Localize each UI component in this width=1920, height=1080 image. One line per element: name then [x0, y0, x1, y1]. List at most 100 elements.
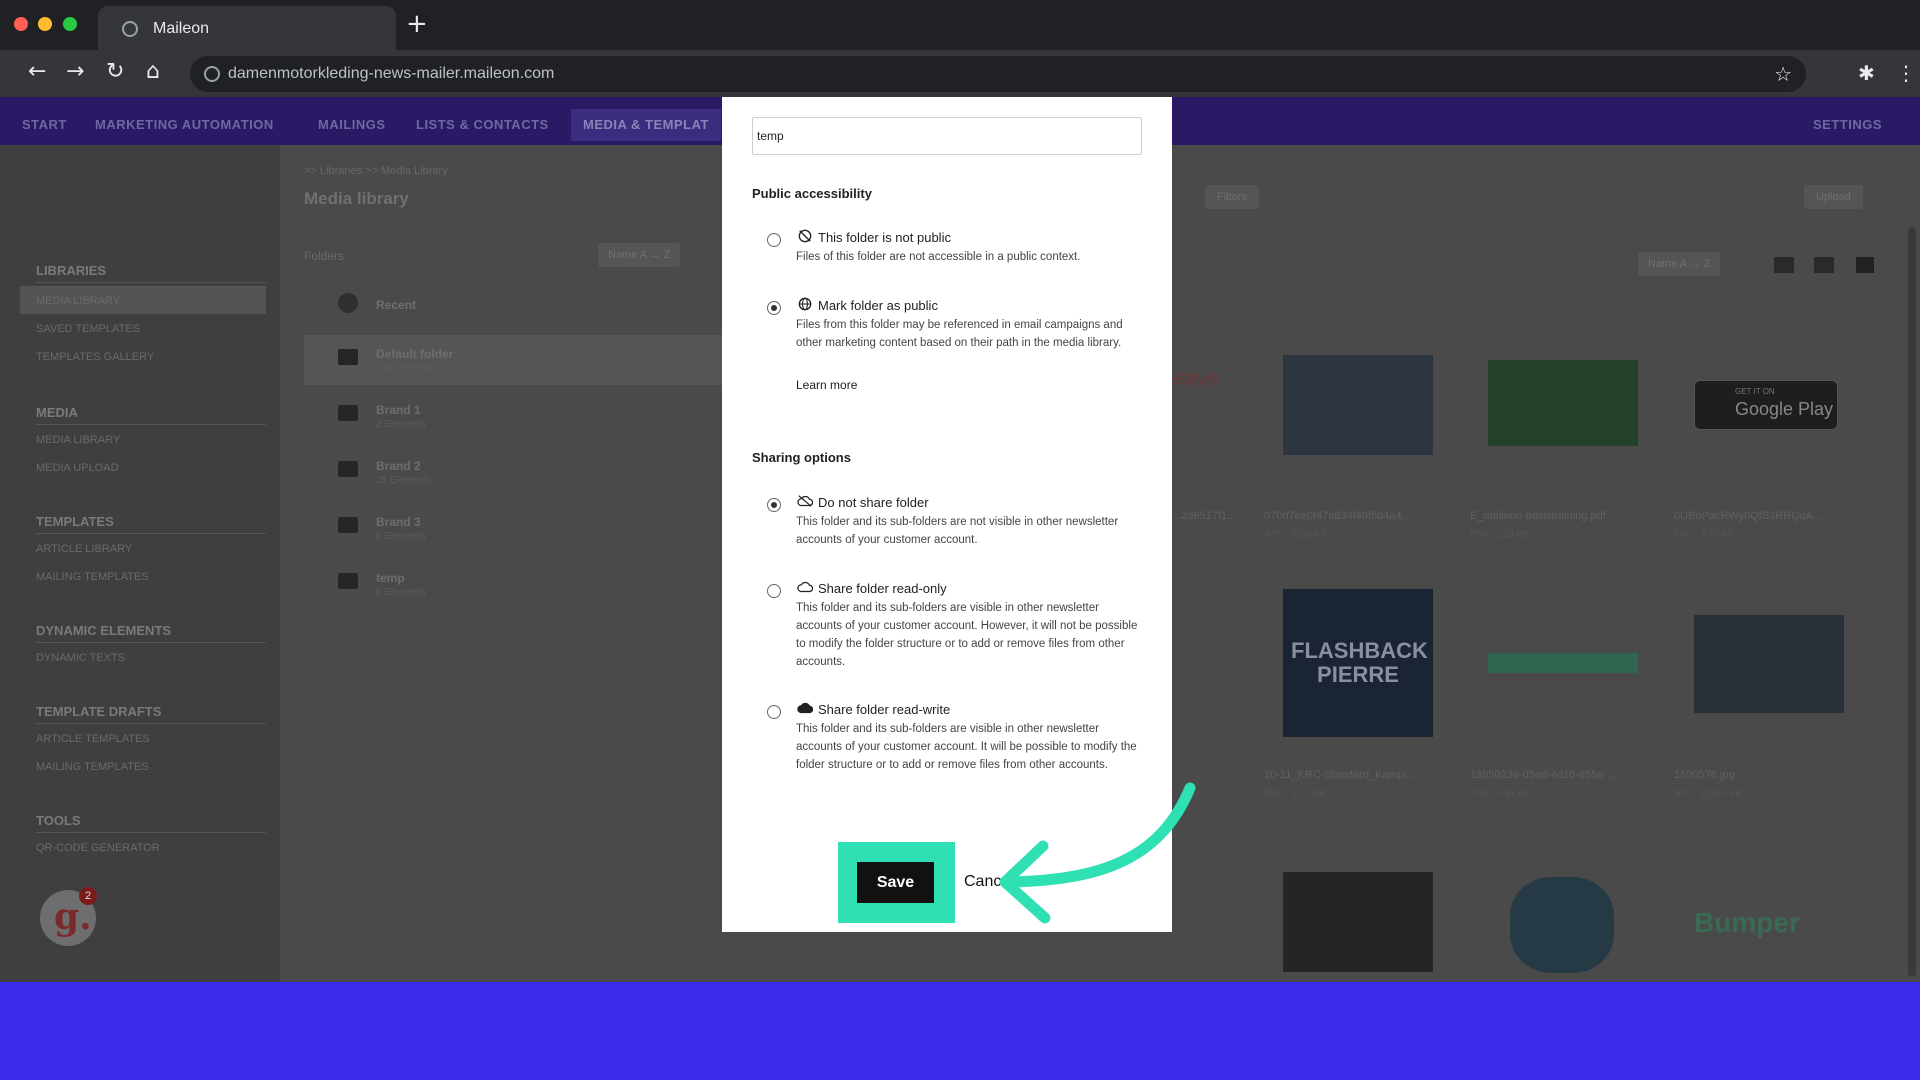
- large-grid-view-icon[interactable]: [1856, 257, 1874, 273]
- option-desc: This folder and its sub-folders are visi…: [796, 602, 1138, 668]
- folder-row-temp[interactable]: temp 0 Elements: [304, 559, 722, 609]
- assistant-badge[interactable]: g. 2: [40, 887, 97, 946]
- folder-row-recent[interactable]: Recent: [304, 281, 722, 331]
- sidebar-item-templates-gallery[interactable]: TEMPLATES GALLERY: [36, 351, 154, 363]
- option-title: Do not share folder: [818, 495, 929, 510]
- globe-icon: [122, 21, 138, 37]
- notification-count: 2: [79, 887, 97, 905]
- file-name: 0UBoPacRWy0QfS3RRQqA...: [1674, 510, 1823, 522]
- cloud-filled-icon: [797, 702, 813, 714]
- bumper-thumbnail[interactable]: Bumper: [1694, 907, 1800, 939]
- site-info-icon[interactable]: [204, 66, 220, 82]
- filters-button[interactable]: Filters: [1205, 185, 1259, 209]
- list-view-icon[interactable]: [1774, 257, 1794, 273]
- browser-menu-icon[interactable]: ⋮: [1896, 61, 1916, 85]
- sidebar-item-article-library[interactable]: ARTICLE LIBRARY: [36, 543, 132, 555]
- file-thumbnail[interactable]: [1510, 877, 1614, 973]
- nav-start[interactable]: START: [22, 117, 67, 132]
- close-window-button[interactable]: [14, 17, 28, 31]
- cloud-outline-icon: [797, 581, 813, 593]
- learn-more-link[interactable]: Learn more: [796, 378, 857, 392]
- sidebar-item-media-upload[interactable]: MEDIA UPLOAD: [36, 462, 119, 474]
- page-scrollbar[interactable]: [1908, 227, 1916, 977]
- file-thumbnail[interactable]: [1488, 360, 1638, 446]
- radio-share-read-write[interactable]: [767, 705, 781, 719]
- folder-count: 25 Elements: [376, 475, 432, 486]
- home-icon[interactable]: ⌂: [146, 61, 160, 83]
- reload-icon[interactable]: ↻: [106, 61, 124, 83]
- folder-row-default[interactable]: Default folder 344 Elements: [304, 335, 722, 385]
- folder-count: 0 Elements: [376, 531, 427, 542]
- cancel-button[interactable]: Canc: [964, 873, 1001, 891]
- sidebar-item-qr-code-generator[interactable]: QR-CODE GENERATOR: [36, 842, 160, 854]
- folder-name-input[interactable]: [752, 117, 1142, 155]
- forward-icon[interactable]: →: [66, 61, 84, 83]
- sidebar: LIBRARIES MEDIA LIBRARY SAVED TEMPLATES …: [0, 145, 280, 982]
- sidebar-heading-templates: TEMPLATES: [36, 514, 114, 529]
- google-play-thumbnail[interactable]: GET IT ON Google Play: [1694, 380, 1838, 430]
- file-meta: JPG · 123,57 KB: [1674, 788, 1742, 798]
- nav-media-templates[interactable]: MEDIA & TEMPLAT: [571, 109, 721, 141]
- file-thumbnail[interactable]: [1283, 355, 1433, 455]
- file-sort-select[interactable]: Name A → Z: [1638, 252, 1721, 276]
- extensions-icon[interactable]: ✱: [1858, 61, 1875, 85]
- folders-label: Folders: [304, 249, 345, 263]
- radio-share-read-only[interactable]: [767, 584, 781, 598]
- flashback-thumbnail[interactable]: FLASHBACK PIERRE: [1283, 589, 1433, 737]
- folder-row-brand2[interactable]: Brand 2 25 Elements: [304, 447, 722, 497]
- maximize-window-button[interactable]: [63, 17, 77, 31]
- file-thumbnail[interactable]: [1694, 615, 1844, 713]
- new-tab-button[interactable]: +: [406, 11, 428, 37]
- bookmark-star-icon[interactable]: ☆: [1774, 62, 1792, 86]
- grid-view-icon[interactable]: [1814, 257, 1834, 273]
- radio-do-not-share[interactable]: [767, 498, 781, 512]
- upload-button[interactable]: Upload: [1804, 185, 1863, 209]
- folder-row-brand1[interactable]: Brand 1 2 Elements: [304, 391, 722, 441]
- file-thumbnail[interactable]: [1283, 872, 1433, 972]
- address-bar[interactable]: damenmotorkleding-news-mailer.maileon.co…: [190, 56, 1806, 92]
- sidebar-item-media-library-2[interactable]: MEDIA LIBRARY: [36, 434, 120, 446]
- file-thumbnail[interactable]: [1488, 653, 1638, 673]
- file-meta: PNG · 6,79 KB: [1674, 529, 1734, 539]
- file-name: 070d7ee0f47a834f40f8d4a4...: [1264, 510, 1411, 522]
- globe-icon: [798, 297, 812, 311]
- folder-name: Brand 2: [376, 459, 421, 473]
- file-name: 13b5023e-05ed-4d10-855e-...: [1470, 769, 1617, 781]
- save-button[interactable]: Save: [857, 862, 934, 903]
- url-text[interactable]: damenmotorkleding-news-mailer.maileon.co…: [228, 65, 554, 83]
- sidebar-item-mailing-templates-2[interactable]: MAILING TEMPLATES: [36, 761, 149, 773]
- radio-not-public[interactable]: [767, 233, 781, 247]
- divider: [36, 642, 266, 643]
- page-title: Media library: [304, 189, 409, 208]
- thumb-text: GET IT ON: [1735, 387, 1775, 396]
- folder-row-brand3[interactable]: Brand 3 0 Elements: [304, 503, 722, 553]
- breadcrumb[interactable]: >> Libraries >> Media Library: [304, 165, 448, 177]
- cloud-off-icon: [797, 495, 813, 507]
- file-name: 10-11_KRC-Standard_Kampi...: [1264, 769, 1416, 781]
- folder-sort-select[interactable]: Name A → Z: [598, 243, 681, 267]
- minimize-window-button[interactable]: [38, 17, 52, 31]
- back-icon[interactable]: ←: [28, 61, 46, 83]
- option-title: Share folder read-write: [818, 702, 951, 717]
- option-desc: Files of this folder are not accessible …: [796, 251, 1081, 263]
- option-title: Share folder read-only: [818, 581, 947, 596]
- sidebar-item-dynamic-texts[interactable]: DYNAMIC TEXTS: [36, 652, 125, 664]
- sidebar-item-saved-templates[interactable]: SAVED TEMPLATES: [36, 323, 140, 335]
- divider: [36, 832, 266, 833]
- divider: [36, 282, 266, 283]
- nav-settings[interactable]: SETTINGS: [1813, 117, 1882, 132]
- nav-mailings[interactable]: MAILINGS: [318, 117, 386, 132]
- clock-icon: [338, 293, 358, 313]
- sidebar-item-mailing-templates[interactable]: MAILING TEMPLATES: [36, 571, 149, 583]
- sidebar-item-article-templates[interactable]: ARTICLE TEMPLATES: [36, 733, 150, 745]
- folder-name: Default folder: [376, 347, 454, 361]
- file-name: ...2d6517f1...: [1172, 510, 1237, 522]
- radio-mark-public[interactable]: [767, 301, 781, 315]
- file-meta: PDF · 1,29 MB: [1470, 529, 1530, 539]
- nav-lists-contacts[interactable]: LISTS & CONTACTS: [416, 117, 549, 132]
- folder-settings-modal: Public accessibility This folder is not …: [722, 97, 1172, 932]
- option-title: Mark folder as public: [818, 298, 938, 313]
- nav-marketing-automation[interactable]: MARKETING AUTOMATION: [95, 117, 274, 132]
- browser-tab[interactable]: Maileon: [98, 6, 396, 50]
- sidebar-item-media-library[interactable]: MEDIA LIBRARY: [36, 295, 120, 307]
